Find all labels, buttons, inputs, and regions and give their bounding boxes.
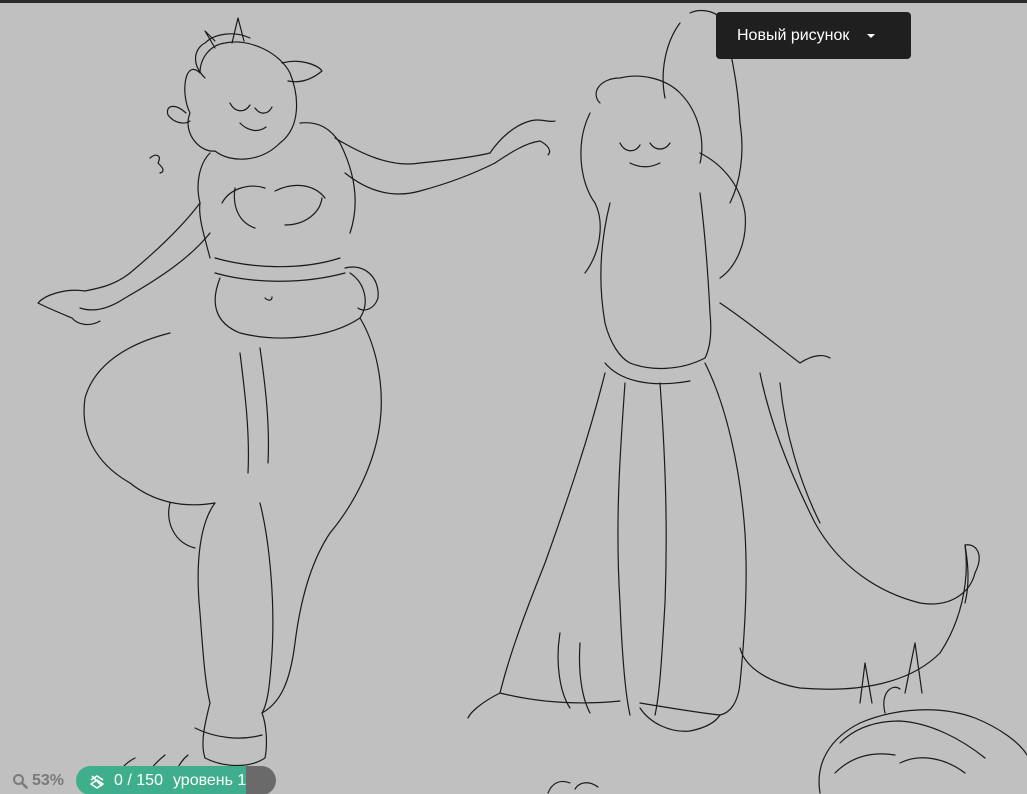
- layers-icon: [90, 774, 104, 789]
- magnifier-icon: [13, 773, 28, 789]
- drawing-canvas[interactable]: [0, 3, 1027, 794]
- level-label: уровень 1: [172, 771, 247, 789]
- zoom-level: 53%: [32, 771, 65, 789]
- stroke-count: 0 / 150: [114, 771, 163, 789]
- new-drawing-menu-label: Новый рисунок: [737, 26, 850, 44]
- layer-status-pill[interactable]: 0 / 150 уровень 1: [76, 766, 277, 794]
- new-drawing-menu-button[interactable]: Новый рисунок: [716, 12, 911, 59]
- caret-down-icon: [867, 33, 876, 38]
- zoom-indicator[interactable]: 53%: [12, 772, 64, 790]
- sketch-artwork: [37, 9, 1027, 794]
- status-bar: 53% 0 / 150 уровень 1: [12, 765, 277, 794]
- drawing-app: Новый рисунок 53% 0 / 150 уровень 1: [0, 0, 1027, 794]
